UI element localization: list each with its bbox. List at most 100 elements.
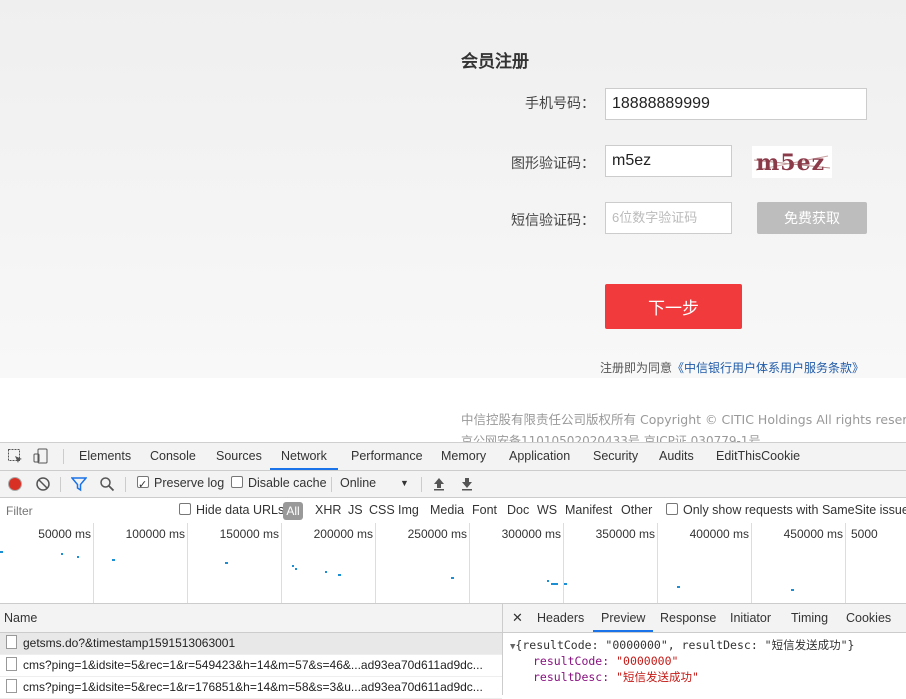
json-summary-line[interactable]: ▼{resultCode: "0000000", resultDesc: "短信…	[510, 637, 906, 653]
filter-bar: Hide data URLs All XHR JS CSS Img Media …	[0, 498, 906, 524]
registration-page: 会员注册 手机号码： 图形验证码： m5ez 短信验证码： 免费获取 下一步 注…	[0, 0, 906, 378]
search-icon[interactable]	[99, 476, 115, 492]
tab-initiator[interactable]: Initiator	[730, 604, 771, 632]
clear-icon[interactable]	[35, 476, 51, 492]
footer-icp: 京公网安备11010502020433号 京ICP证 030779-1号	[461, 434, 761, 442]
inspect-element-icon[interactable]	[7, 448, 23, 464]
timeline-request-bar	[451, 577, 454, 579]
timeline-tick: 450000 ms	[783, 527, 843, 541]
tab-memory[interactable]: Memory	[441, 443, 486, 470]
page-title: 会员注册	[461, 52, 529, 72]
preserve-log-label: Preserve log	[154, 476, 225, 490]
tab-headers[interactable]: Headers	[537, 604, 584, 632]
agreement-text: 注册即为同意《中信银行用户体系用户服务条款》	[600, 359, 864, 376]
filter-input[interactable]	[4, 501, 168, 521]
timeline-tick: 300000 ms	[501, 527, 561, 541]
detail-tabbar: ✕ Headers Preview Response Initiator Tim…	[503, 604, 906, 633]
json-field: resultCode: "0000000"	[510, 653, 906, 669]
sms-code-input[interactable]	[605, 202, 732, 234]
filter-other[interactable]: Other	[621, 498, 652, 523]
filter-doc[interactable]: Doc	[507, 498, 529, 523]
tab-separator	[63, 449, 64, 464]
filter-font[interactable]: Font	[472, 498, 497, 523]
devtools-tabbar: Elements Console Sources Network Perform…	[0, 443, 906, 471]
filter-icon[interactable]	[71, 476, 87, 492]
export-har-icon[interactable]	[459, 476, 475, 492]
json-summary: {resultCode: "0000000", resultDesc: "短信发…	[515, 638, 855, 652]
filter-ws[interactable]: WS	[537, 498, 557, 523]
captcha-input[interactable]	[605, 145, 732, 177]
samesite-checkbox[interactable]: Only show requests with SameSite issues	[666, 498, 906, 523]
filter-all[interactable]: All	[283, 502, 303, 520]
phone-input[interactable]	[605, 88, 867, 120]
json-key: resultDesc:	[533, 670, 610, 684]
request-row[interactable]: cms?ping=1&idsite=5&rec=1&r=176851&h=14&…	[0, 677, 502, 699]
next-step-button[interactable]: 下一步	[605, 284, 742, 329]
tab-preview[interactable]: Preview	[593, 604, 654, 632]
tab-timing[interactable]: Timing	[791, 604, 828, 632]
tab-cookies[interactable]: Cookies	[846, 604, 891, 632]
json-preview: ▼{resultCode: "0000000", resultDesc: "短信…	[503, 633, 906, 685]
timeline-gridline	[845, 523, 846, 603]
samesite-label: Only show requests with SameSite issues	[683, 503, 906, 517]
json-field: resultDesc: "短信发送成功"	[510, 669, 906, 685]
captcha-label: 图形验证码：	[511, 156, 595, 172]
tab-application[interactable]: Application	[509, 443, 570, 470]
timeline-request-bar	[77, 556, 79, 558]
request-row[interactable]: cms?ping=1&idsite=5&rec=1&r=549423&h=14&…	[0, 655, 502, 677]
throttling-value: Online	[340, 476, 377, 490]
filter-js[interactable]: JS	[348, 498, 363, 523]
timeline-tick: 250000 ms	[407, 527, 467, 541]
tab-network[interactable]: Network	[270, 443, 338, 470]
json-value: "短信发送成功"	[616, 670, 699, 684]
timeline-tick: 350000 ms	[595, 527, 655, 541]
request-name: getsms.do?&timestamp1591513063001	[23, 636, 236, 650]
tab-sources[interactable]: Sources	[216, 443, 262, 470]
requests-name-header[interactable]: Name	[0, 604, 502, 633]
timeline-request-bar	[551, 583, 558, 585]
timeline-tick: 200000 ms	[313, 527, 373, 541]
tab-elements[interactable]: Elements	[79, 443, 131, 470]
toolbar-separator	[331, 477, 332, 492]
toolbar-separator	[421, 477, 422, 492]
timeline-tick: 5000	[851, 527, 878, 541]
timeline-tick: 50000 ms	[38, 527, 91, 541]
checkbox-icon	[231, 476, 243, 488]
timeline-gridline	[563, 523, 564, 603]
chevron-down-icon[interactable]: ▼	[400, 471, 409, 496]
requests-list: Name getsms.do?&timestamp1591513063001 c…	[0, 604, 503, 699]
tab-audits[interactable]: Audits	[659, 443, 694, 470]
import-har-icon[interactable]	[431, 476, 447, 492]
disable-cache-checkbox[interactable]: Disable cache	[231, 471, 327, 496]
filter-xhr[interactable]: XHR	[315, 498, 341, 523]
filter-media[interactable]: Media	[430, 498, 464, 523]
timeline-request-bar	[61, 553, 63, 555]
timeline-request-bar	[225, 562, 228, 564]
network-timeline[interactable]: 50000 ms 100000 ms 150000 ms 200000 ms 2…	[0, 523, 906, 604]
agreement-prefix: 注册即为同意	[600, 361, 673, 375]
preserve-log-checkbox[interactable]: Preserve log	[137, 471, 225, 498]
hide-data-urls-checkbox[interactable]: Hide data URLs	[179, 498, 284, 523]
checkbox-icon	[666, 503, 678, 515]
tab-editthiscookie[interactable]: EditThisCookie	[716, 443, 800, 470]
tab-response[interactable]: Response	[660, 604, 716, 632]
filter-css[interactable]: CSS	[369, 498, 395, 523]
throttling-select[interactable]: Online	[340, 471, 376, 496]
devtools-panel: Elements Console Sources Network Perform…	[0, 442, 906, 699]
terms-link[interactable]: 《中信银行用户体系用户服务条款》	[672, 361, 864, 375]
device-toolbar-icon[interactable]	[33, 448, 49, 464]
tab-security[interactable]: Security	[593, 443, 638, 470]
timeline-request-bar	[325, 571, 327, 573]
filter-img[interactable]: Img	[398, 498, 419, 523]
request-name: cms?ping=1&idsite=5&rec=1&r=549423&h=14&…	[23, 658, 483, 672]
timeline-tick: 400000 ms	[689, 527, 749, 541]
filter-manifest[interactable]: Manifest	[565, 498, 612, 523]
close-icon[interactable]: ✕	[512, 604, 523, 632]
request-row[interactable]: getsms.do?&timestamp1591513063001	[0, 633, 502, 655]
get-sms-code-button[interactable]: 免费获取	[757, 202, 867, 234]
tab-console[interactable]: Console	[150, 443, 196, 470]
tab-performance[interactable]: Performance	[351, 443, 423, 470]
record-icon[interactable]	[7, 476, 23, 492]
captcha-image[interactable]: m5ez	[752, 146, 832, 178]
timeline-request-bar	[112, 559, 115, 561]
